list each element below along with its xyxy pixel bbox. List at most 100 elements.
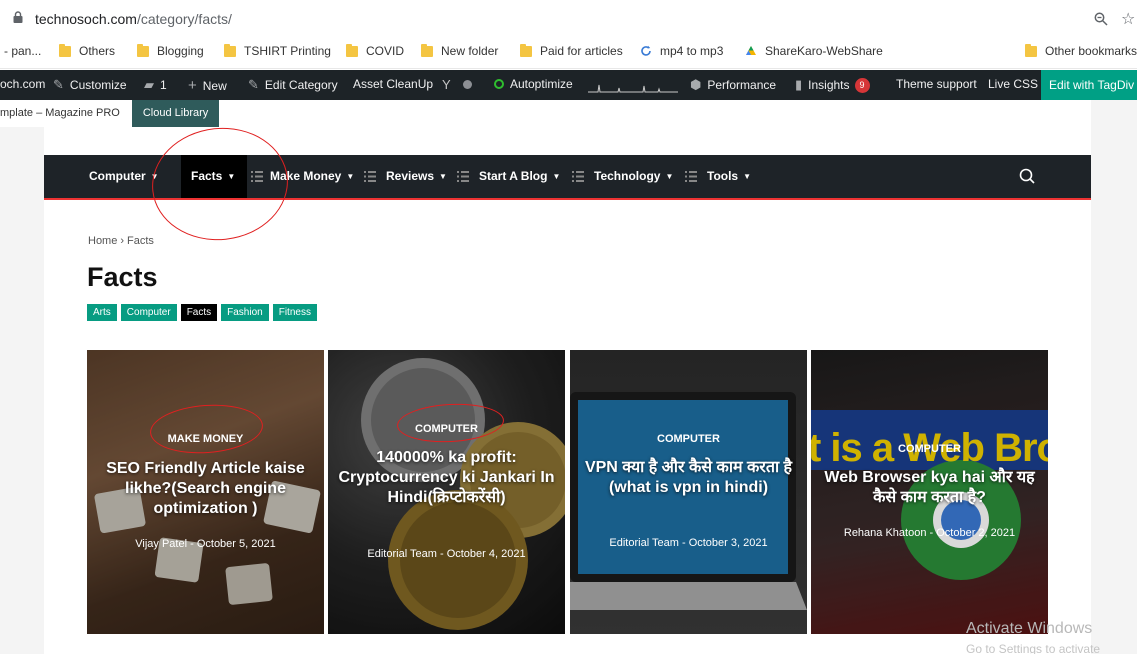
bookmark-folder-tshirt[interactable]: TSHIRT Printing bbox=[224, 43, 331, 58]
card-meta: Vijay Patel - October 5, 2021 bbox=[135, 538, 276, 550]
bookmark-folder-others[interactable]: Others bbox=[59, 43, 116, 58]
bookmark-folder-covid[interactable]: COVID bbox=[346, 43, 405, 58]
folder-icon bbox=[520, 43, 532, 57]
admin-performance[interactable]: ⬢ Performance bbox=[690, 77, 776, 93]
admin-live-css[interactable]: Live CSS bbox=[988, 77, 1038, 91]
bookmark-label: - pan... bbox=[4, 44, 42, 58]
card-title[interactable]: SEO Friendly Article kaise likhe?(Search… bbox=[95, 459, 316, 519]
site-name-label: och.com bbox=[0, 77, 46, 91]
admin-insights[interactable]: ▮ Insights 9 bbox=[795, 77, 870, 93]
card-date: October 4, 2021 bbox=[446, 548, 526, 560]
admin-site-name[interactable]: och.com bbox=[0, 77, 45, 91]
category-tag-fashion[interactable]: Fashion bbox=[221, 304, 269, 321]
card-category-label[interactable]: COMPUTER bbox=[328, 423, 565, 435]
folder-icon bbox=[59, 43, 71, 57]
bookmark-star-icon[interactable]: ☆ bbox=[1121, 9, 1135, 29]
bookmark-label: mp4 to mp3 bbox=[660, 44, 724, 58]
comment-icon: ▰ bbox=[144, 77, 154, 92]
autoptimize-status-icon bbox=[494, 79, 504, 89]
nav-item-tools[interactable]: Tools ▼ bbox=[707, 155, 751, 198]
insights-badge: 9 bbox=[854, 77, 870, 93]
list-icon bbox=[457, 171, 469, 182]
admin-sparkline[interactable] bbox=[588, 77, 678, 93]
admin-theme-support[interactable]: Theme support bbox=[896, 77, 977, 91]
bookmark-label: COVID bbox=[366, 44, 405, 58]
theme-support-label: Theme support bbox=[896, 77, 977, 91]
category-tag-arts[interactable]: Arts bbox=[87, 304, 117, 321]
article-card[interactable]: t is a Web Brow COMPUTER Web Browser kya… bbox=[811, 350, 1048, 634]
card-title[interactable]: 140000% ka profit: Cryptocurrency ki Jan… bbox=[336, 448, 557, 508]
admin-autoptimize[interactable]: Autoptimize bbox=[494, 77, 573, 91]
nav-label: Make Money bbox=[270, 169, 342, 183]
article-card[interactable]: COMPUTER 140000% ka profit: Cryptocurren… bbox=[328, 350, 565, 634]
admin-edit-category[interactable]: ✎ Edit Category bbox=[248, 77, 338, 93]
bookmark-folder-paid[interactable]: Paid for articles bbox=[520, 43, 623, 58]
bookmark-mp4-to-mp3[interactable]: mp4 to mp3 bbox=[640, 44, 723, 58]
article-card[interactable]: COMPUTER VPN क्या है और कैसे काम करता है… bbox=[570, 350, 807, 634]
bookmark-sharekaro[interactable]: ShareKaro-WebShare bbox=[745, 44, 883, 58]
nav-item-computer[interactable]: Computer ▼ bbox=[89, 155, 159, 198]
asset-cleanup-label: Asset CleanUp bbox=[353, 77, 434, 91]
nav-item-facts[interactable]: Facts ▼ bbox=[181, 155, 247, 198]
comments-count: 1 bbox=[160, 78, 167, 92]
live-css-label: Live CSS bbox=[988, 77, 1039, 91]
edit-category-label: Edit Category bbox=[264, 78, 338, 92]
url-text[interactable]: technosoch.com/category/facts/ bbox=[35, 11, 232, 27]
folder-icon bbox=[1025, 43, 1037, 57]
bookmark-other-bookmarks[interactable]: Other bookmarks bbox=[1025, 43, 1137, 58]
card-title[interactable]: Web Browser kya hai और यह कैसे काम करता … bbox=[819, 468, 1040, 508]
card-title[interactable]: VPN क्या है और कैसे काम करता है (what is… bbox=[578, 458, 799, 498]
nav-item-start-a-blog[interactable]: Start A Blog ▼ bbox=[479, 155, 560, 198]
category-tag-fitness[interactable]: Fitness bbox=[272, 304, 317, 321]
card-category-label[interactable]: COMPUTER bbox=[811, 443, 1048, 455]
new-label: New bbox=[202, 78, 227, 93]
performance-icon: ⬢ bbox=[690, 77, 702, 92]
bookmark-label: New folder bbox=[441, 44, 499, 58]
chevron-down-icon: ▼ bbox=[665, 172, 674, 181]
address-bar[interactable]: technosoch.com/category/facts/ ☆ bbox=[0, 0, 1137, 38]
chevron-down-icon: ▼ bbox=[552, 172, 561, 181]
breadcrumb-home-link[interactable]: Home bbox=[88, 235, 117, 247]
card-author[interactable]: Rehana Khatoon bbox=[844, 527, 927, 539]
admin-yoast[interactable]: Y bbox=[442, 77, 472, 92]
customize-label: Customize bbox=[69, 78, 127, 92]
nav-item-make-money[interactable]: Make Money ▼ bbox=[270, 155, 354, 198]
template-label: mplate – Magazine PRO bbox=[0, 100, 132, 127]
category-tag-facts[interactable]: Facts bbox=[180, 304, 218, 321]
bookmark-item[interactable]: - pan... bbox=[4, 44, 41, 58]
card-author[interactable]: Editorial Team bbox=[367, 548, 437, 560]
cloud-library-button[interactable]: Cloud Library bbox=[131, 100, 220, 127]
admin-customize[interactable]: ✎ Customize bbox=[53, 77, 127, 93]
card-date: October 5, 2021 bbox=[196, 538, 276, 550]
main-navigation: Computer ▼ Facts ▼ Make Money ▼ Reviews ▼ St… bbox=[44, 155, 1091, 200]
card-author[interactable]: Vijay Patel bbox=[135, 538, 187, 550]
folder-icon bbox=[421, 43, 433, 57]
bookmark-label: ShareKaro-WebShare bbox=[765, 44, 883, 58]
card-category-label[interactable]: COMPUTER bbox=[570, 433, 807, 445]
nav-item-reviews[interactable]: Reviews ▼ bbox=[386, 155, 447, 198]
tagdiv-label: Edit with TagDiv Composer bbox=[1049, 78, 1137, 92]
card-category-label[interactable]: MAKE MONEY bbox=[87, 433, 324, 445]
bookmark-folder-blogging[interactable]: Blogging bbox=[137, 43, 204, 58]
bookmark-folder-new[interactable]: New folder bbox=[421, 43, 499, 58]
admin-asset-cleanup[interactable]: Asset CleanUp bbox=[353, 77, 433, 91]
card-author[interactable]: Editorial Team bbox=[609, 537, 679, 549]
card-date: October 2, 2021 bbox=[936, 527, 1016, 539]
sparkline-icon bbox=[588, 84, 678, 93]
bookmark-label: Other bookmarks bbox=[1045, 44, 1137, 58]
admin-new[interactable]: + New bbox=[188, 77, 227, 94]
edit-with-tagdiv-button[interactable]: Edit with TagDiv Composer bbox=[1041, 70, 1137, 100]
zoom-icon[interactable] bbox=[1094, 12, 1108, 26]
nav-label: Reviews bbox=[386, 169, 435, 183]
article-card[interactable]: MAKE MONEY SEO Friendly Article kaise li… bbox=[87, 350, 324, 634]
folder-icon bbox=[224, 43, 236, 57]
nav-item-technology[interactable]: Technology ▼ bbox=[594, 155, 673, 198]
refresh-icon bbox=[641, 45, 651, 56]
bookmark-label: Paid for articles bbox=[540, 44, 623, 58]
admin-comments[interactable]: ▰ 1 bbox=[144, 77, 167, 93]
search-icon[interactable] bbox=[1019, 168, 1035, 184]
status-dot-icon bbox=[462, 80, 472, 89]
bookmark-label: Others bbox=[79, 44, 116, 58]
category-tag-computer[interactable]: Computer bbox=[120, 304, 177, 321]
breadcrumb-current: Facts bbox=[127, 235, 154, 247]
